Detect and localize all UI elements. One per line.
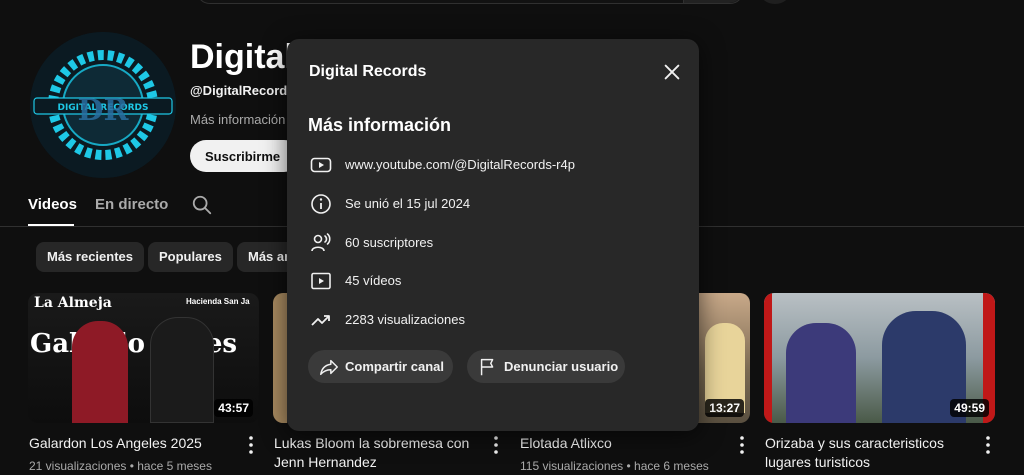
thumbnail-background <box>273 293 287 423</box>
info-row-joined: Se unió el 15 jul 2024 <box>309 192 679 216</box>
video-title[interactable]: Lukas Bloom la sobremesa con Jenn Hernand… <box>274 434 484 472</box>
search-icon[interactable] <box>191 194 213 216</box>
video-meta: 115 visualizaciones • hace 6 meses <box>520 459 709 473</box>
info-row-subscribers: 60 suscriptores <box>309 231 679 255</box>
joined-date: Se unió el 15 jul 2024 <box>345 196 471 211</box>
svg-text:DR: DR <box>78 93 130 128</box>
share-channel-label: Compartir canal <box>345 359 444 374</box>
channel-handle: @DigitalRecords <box>190 83 295 98</box>
close-icon[interactable] <box>661 61 683 83</box>
video-duration: 43:57 <box>214 399 253 417</box>
thumbnail-figure <box>786 323 856 423</box>
dialog-title: Digital Records <box>309 63 427 80</box>
share-channel-button[interactable]: Compartir canal <box>308 350 453 383</box>
report-user-label: Denunciar usuario <box>504 359 619 374</box>
channel-url-link[interactable]: www.youtube.com/@DigitalRecords-r4p <box>345 157 575 172</box>
share-icon <box>320 359 338 376</box>
thumbnail-background <box>764 293 772 423</box>
info-row-url: www.youtube.com/@DigitalRecords-r4p <box>309 153 679 177</box>
video-title[interactable]: Orizaba y sus caracteristicos lugares tur… <box>765 434 975 472</box>
info-row-videos: 45 vídeos <box>309 269 679 293</box>
subscribe-button[interactable]: Suscribirme <box>190 140 300 172</box>
subscriber-count: 60 suscriptores <box>345 235 434 250</box>
video-title[interactable]: Elotada Atlixco <box>520 434 720 453</box>
thumbnail-text: Hacienda San Ja <box>186 297 250 306</box>
info-row-views: 2283 visualizaciones <box>309 308 679 332</box>
more-vert-icon[interactable] <box>244 435 258 455</box>
channel-info-dialog: Digital Records Más información www.yout… <box>287 39 699 431</box>
channel-avatar[interactable]: DIGITAL RECORDS DR <box>30 32 176 178</box>
more-info-heading: Más información <box>308 115 452 135</box>
video-duration: 13:27 <box>705 399 744 417</box>
view-count: 2283 visualizaciones <box>345 312 465 327</box>
more-info-link[interactable]: Más información <box>190 112 285 127</box>
tab-videos[interactable]: Videos <box>28 196 77 213</box>
subscribers-icon <box>311 233 331 252</box>
thumbnail-figure <box>72 321 128 423</box>
search-button[interactable] <box>683 0 743 3</box>
more-vert-icon[interactable] <box>981 435 995 455</box>
tab-live[interactable]: En directo <box>95 196 168 213</box>
thumbnail-figure <box>150 317 214 423</box>
video-meta: 21 visualizaciones • hace 5 meses <box>29 459 212 473</box>
report-user-button[interactable]: Denunciar usuario <box>467 350 625 383</box>
info-icon <box>311 194 331 214</box>
video-count: 45 vídeos <box>345 273 402 288</box>
video-thumbnail[interactable]: La Almeja Galardo les Hacienda San Ja 43… <box>28 293 259 423</box>
voice-search-button[interactable] <box>760 0 790 4</box>
search-bar[interactable] <box>196 0 744 4</box>
thumbnail-text: La Almeja <box>34 295 112 311</box>
chip-most-recent[interactable]: Más recientes <box>36 242 144 272</box>
more-vert-icon[interactable] <box>489 435 503 455</box>
video-thumbnail[interactable]: 49:59 <box>764 293 995 423</box>
more-vert-icon[interactable] <box>735 435 749 455</box>
channel-name: Digital <box>190 38 294 76</box>
chip-popular[interactable]: Populares <box>148 242 233 272</box>
video-icon <box>311 272 331 290</box>
video-duration: 49:59 <box>950 399 989 417</box>
flag-icon <box>480 358 494 376</box>
video-title[interactable]: Galardon Los Angeles 2025 <box>29 434 229 453</box>
trending-icon <box>311 315 330 326</box>
youtube-icon <box>310 157 332 173</box>
